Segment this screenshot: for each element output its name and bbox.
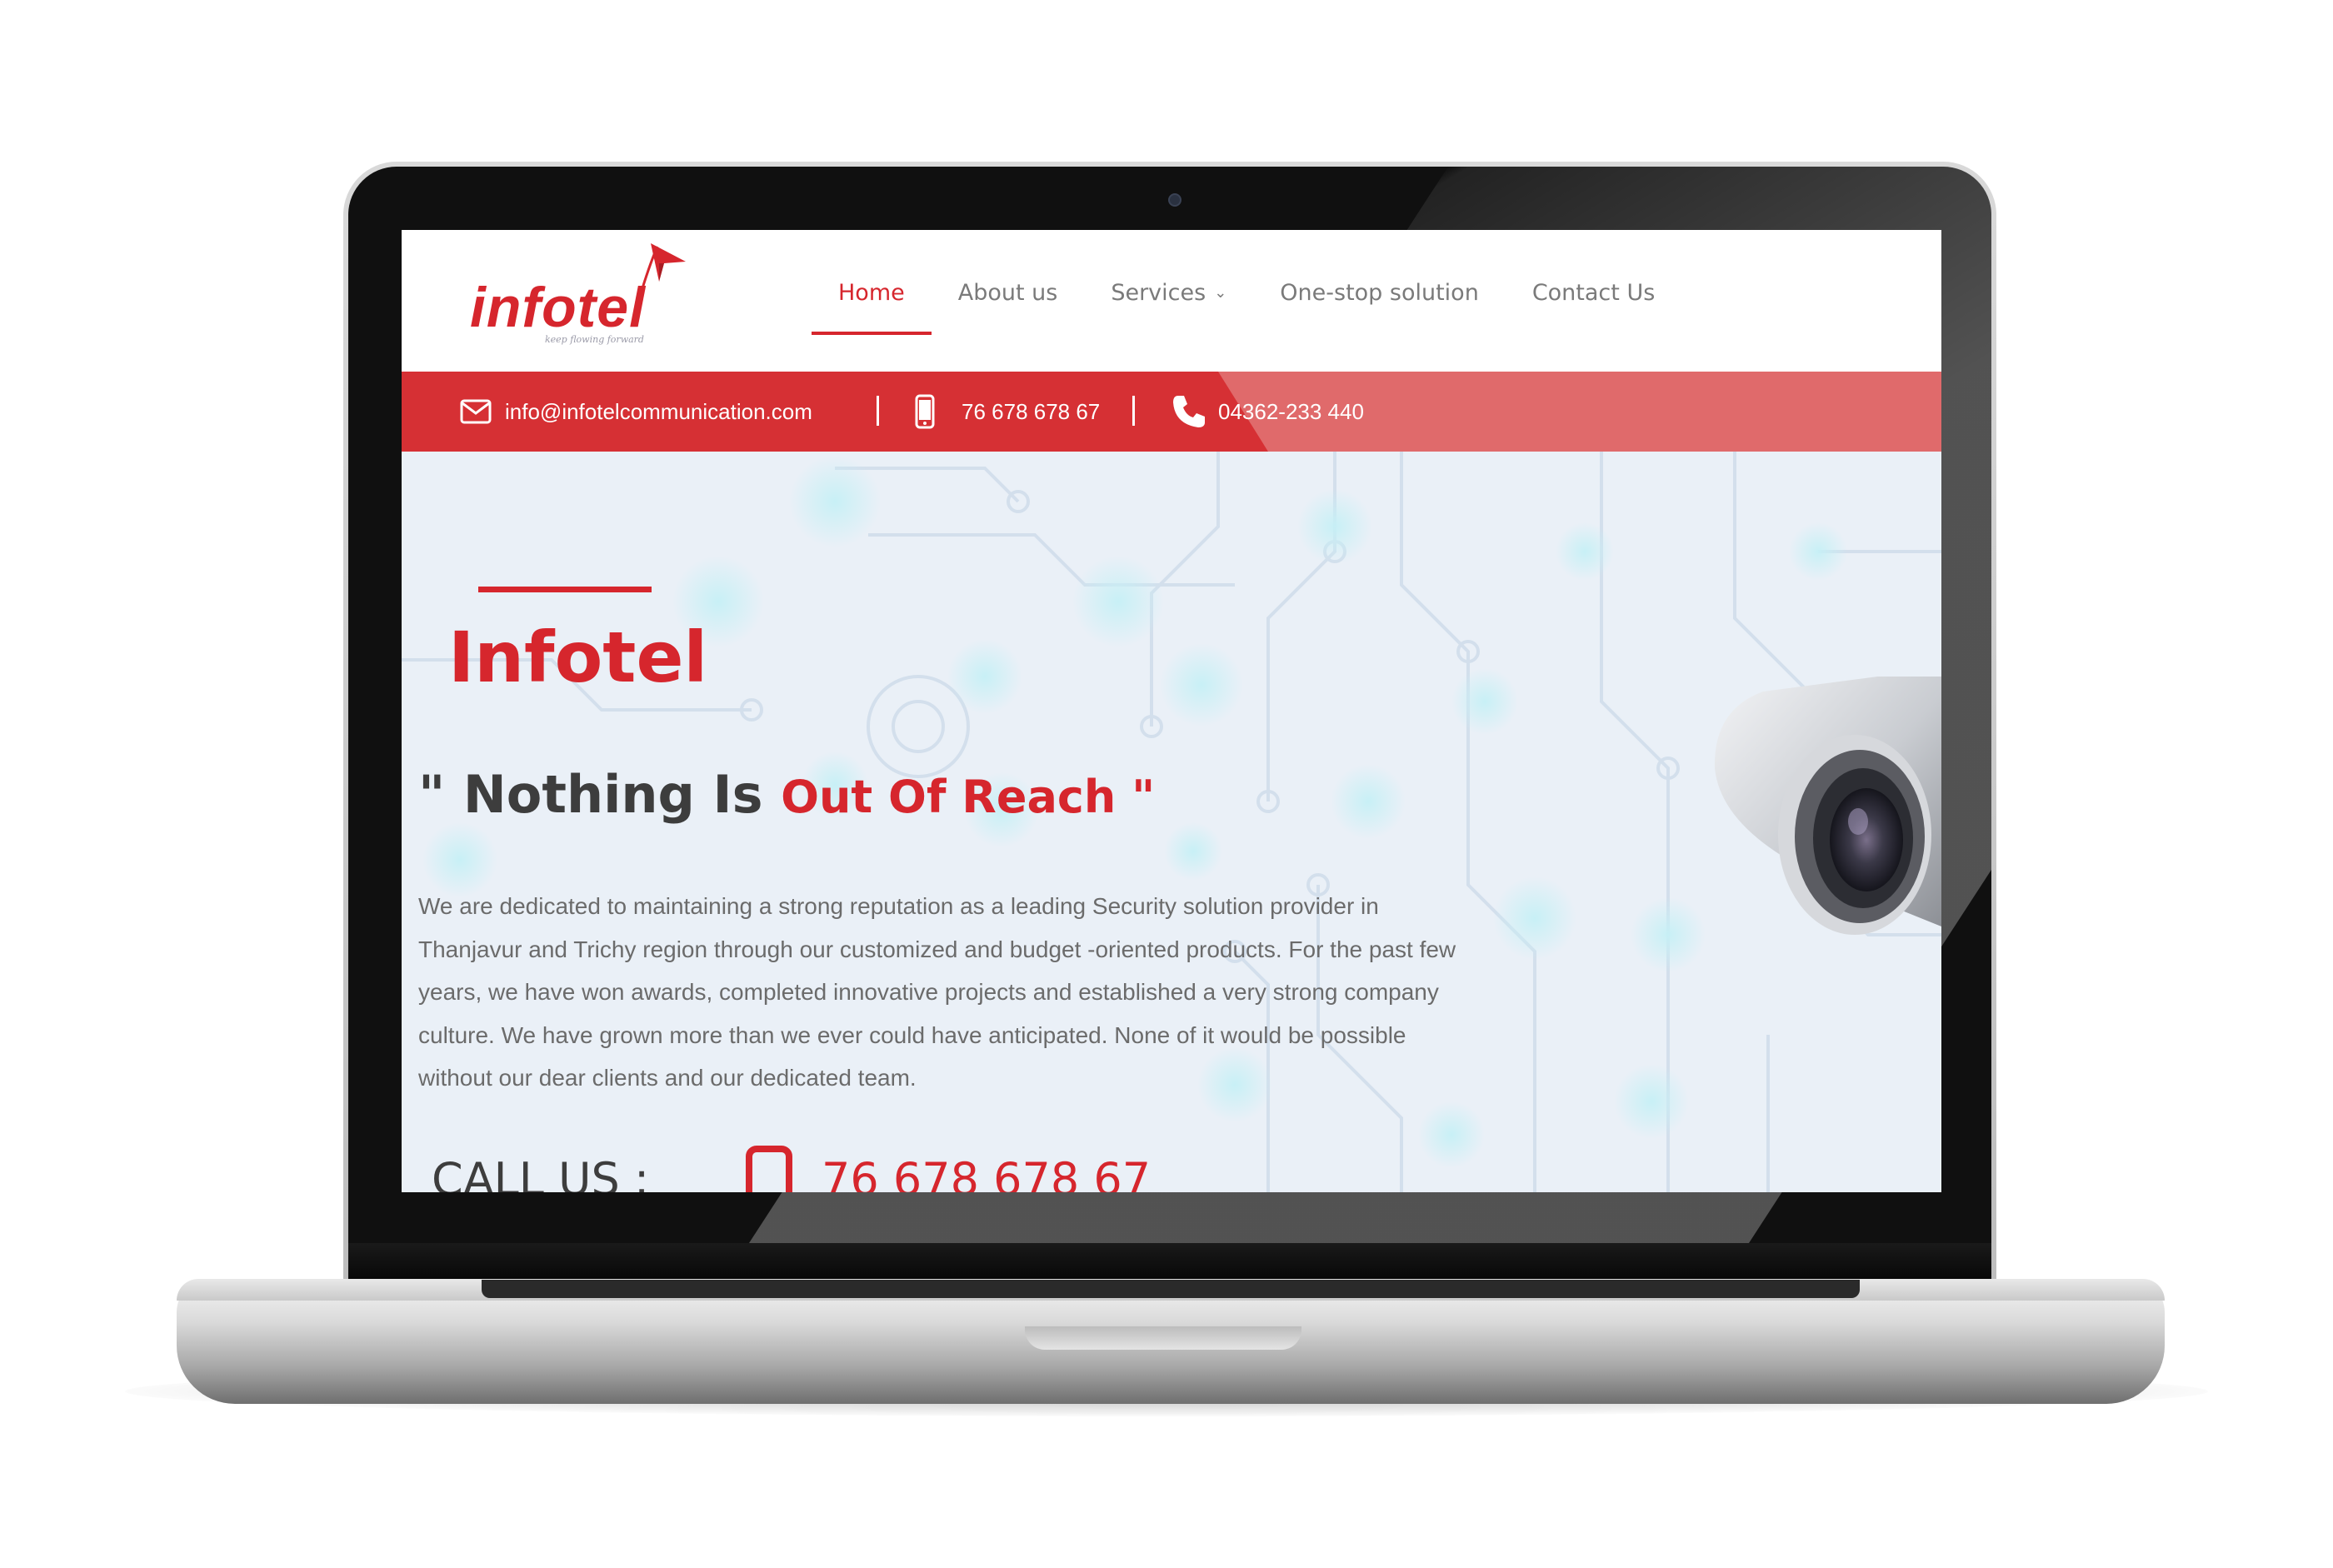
webcam [1168,193,1181,207]
contact-bar: info@infotelcommunication.com 76 678 678… [402,372,1941,452]
nav-contact-us-label: Contact Us [1531,280,1656,306]
logo-text[interactable]: infotel [470,275,646,340]
contact-email-link[interactable]: info@infotelcommunication.com [505,372,812,452]
laptop-notch [1025,1326,1301,1350]
keyboard-slot [482,1280,1860,1298]
call-us-number[interactable]: 76 678 678 67 [822,1153,1151,1192]
logo-tagline: keep flowing forward [545,334,644,345]
nav-about-us[interactable]: About us [932,277,1085,335]
laptop-screen: infotel keep flowing forward Home About … [402,230,1941,1192]
title-accent-bar [478,587,652,592]
contact-separator [877,396,879,426]
mobile-phone-icon [746,1146,792,1192]
contact-phone-link[interactable]: 04362-233 440 [1218,372,1364,452]
call-us-label: CALL US : [432,1153,650,1192]
security-camera-image [1714,677,1941,935]
nav-about-us-label: About us [957,280,1058,306]
contact-separator [1132,396,1135,426]
nav-contact-us[interactable]: Contact Us [1506,277,1681,335]
nav-home-label: Home [838,280,905,306]
logo-arrow-icon [641,243,686,289]
site-header: infotel keep flowing forward Home About … [402,230,1941,372]
contact-mobile-link[interactable]: 76 678 678 67 [962,372,1100,452]
tagline-prefix: " Nothing Is [418,764,763,825]
tagline-highlight: Out Of Reach " [781,771,1156,823]
hero-title: Infotel [448,617,708,698]
active-nav-underline [812,332,932,335]
chevron-down-icon: ⌄ [1214,284,1227,302]
hero-tagline: " Nothing Is Out Of Reach " [418,764,1155,825]
phone-handset-icon [1173,396,1205,427]
main-nav: Home About us Services ⌄ One-stop solutio… [812,277,1681,335]
nav-one-stop-solution[interactable]: One-stop solution [1253,277,1506,335]
nav-services[interactable]: Services ⌄ [1084,277,1253,335]
mobile-phone-icon [915,394,935,429]
hero-section: Infotel " Nothing Is Out Of Reach " We a… [402,452,1941,1192]
nav-one-stop-solution-label: One-stop solution [1280,280,1479,306]
nav-services-label: Services [1111,280,1206,306]
intro-paragraph: We are dedicated to maintaining a strong… [418,893,1456,1091]
nav-home[interactable]: Home [812,277,932,335]
envelope-icon [460,399,492,424]
